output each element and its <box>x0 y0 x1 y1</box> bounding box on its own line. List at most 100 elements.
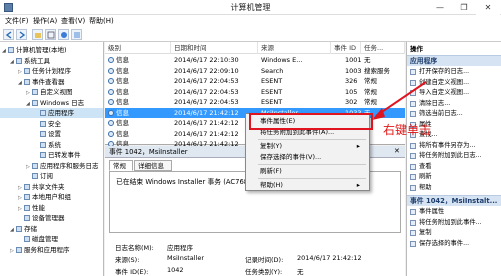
table-row[interactable]: 信息 2014/6/17 22:09:10 Search 1003 搜索服务 <box>105 66 405 77</box>
context-menu-item[interactable]: 复制(Y) ▸ <box>248 141 368 152</box>
submenu-arrow-icon: ▸ <box>356 142 360 150</box>
action-label: 打开保存的日志... <box>419 68 470 75</box>
tree-item[interactable]: 安全 <box>0 119 103 129</box>
column-task[interactable]: 任务... <box>361 42 405 54</box>
menu-separator <box>258 164 366 165</box>
action-item[interactable]: 事件属性 <box>407 207 501 218</box>
menu-action[interactable]: 操作(A) <box>30 15 60 27</box>
tree-item[interactable]: 已转发事件 <box>0 150 103 160</box>
table-row[interactable]: 信息 2014/6/17 22:04:53 ESENT 105 常规 <box>105 87 405 98</box>
tree-item[interactable]: ◢ Windows 日志 <box>0 98 103 108</box>
action-item[interactable]: 保存选择的事件... <box>407 239 501 250</box>
maximize-button[interactable]: ❐ <box>452 0 476 15</box>
column-event-id[interactable]: 事件 ID <box>331 42 361 54</box>
table-row[interactable]: 信息 2014/6/17 22:04:53 ESENT 302 常规 <box>105 97 405 108</box>
action-item[interactable]: 将任务附加到此事件... <box>407 218 501 229</box>
tree-item[interactable]: 应用程序 <box>0 108 103 118</box>
level-text: 信息 <box>116 129 129 138</box>
tree-item[interactable]: 订阅 <box>0 171 103 181</box>
menu-bar: 文件(F) 操作(A) 查看(V) 帮助(H) <box>0 15 501 27</box>
cell-level: 信息 <box>108 129 168 140</box>
tree-item[interactable]: 设置 <box>0 129 103 139</box>
actions-section-header[interactable]: 应用程序 <box>407 55 501 66</box>
tree-item[interactable]: 磁盘管理 <box>0 234 103 244</box>
tree-item-label: 设备管理器 <box>32 214 65 222</box>
menu-help[interactable]: 帮助(H) <box>86 15 117 27</box>
tree-item-label: 存储 <box>24 224 37 233</box>
action-item[interactable]: 帮助 <box>407 183 501 194</box>
action-item[interactable]: 查看 <box>407 162 501 173</box>
level-text: 信息 <box>116 66 129 75</box>
menu-separator <box>258 178 366 179</box>
action-item[interactable]: 复制 <box>407 228 501 239</box>
tree-item-label: 服务和应用程序 <box>24 245 70 254</box>
tree-item-label: 设置 <box>48 130 61 138</box>
minimize-button[interactable]: — <box>428 0 452 15</box>
task-category-value: 无 <box>297 268 304 276</box>
forward-arrow-icon <box>19 31 26 39</box>
back-button[interactable] <box>3 29 14 40</box>
column-level[interactable]: 级别 <box>105 42 171 54</box>
menu-separator <box>258 139 366 140</box>
close-button[interactable]: ✕ <box>476 0 500 15</box>
context-menu-item[interactable]: 帮助(H) ▸ <box>248 180 368 191</box>
actions-title: 操作 <box>407 44 501 54</box>
action-item[interactable]: 将任务附加到此日志... <box>407 151 501 162</box>
tab-general[interactable]: 常规 <box>109 160 133 171</box>
node-icon <box>16 246 22 253</box>
node-icon <box>16 57 22 64</box>
column-datetime[interactable]: 日期和时间 <box>171 42 258 54</box>
show-hide-tree-button[interactable] <box>45 29 56 40</box>
action-item[interactable]: 打开保存的日志... <box>407 67 501 78</box>
context-menu-label: 刷新(F) <box>260 167 282 175</box>
table-row[interactable]: 信息 2014/6/17 22:10:30 Windows E... 1001 无 <box>105 55 405 66</box>
tab-details[interactable]: 详细信息 <box>134 160 172 171</box>
up-button[interactable] <box>32 29 43 40</box>
node-icon <box>24 68 30 74</box>
cell-level: 信息 <box>108 55 168 66</box>
tree-item[interactable]: ◢ 系统工具 <box>0 56 103 66</box>
tree-item[interactable]: ▷ 应用程序和服务日志 <box>0 161 103 171</box>
tree-item[interactable]: 系统 <box>0 140 103 150</box>
event-detail-title: 事件 1042，MsiInstaller <box>109 148 188 156</box>
task-category-label: 任务类别(Y): <box>245 268 283 276</box>
node-icon <box>40 141 46 148</box>
tree-item[interactable]: ▷ 性能 <box>0 203 103 213</box>
node-icon <box>24 204 30 211</box>
annotation-arrow <box>372 81 427 120</box>
tree-item[interactable]: 设备管理器 <box>0 213 103 223</box>
tree-item[interactable]: ▷ 本地用户和组 <box>0 192 103 202</box>
properties-button[interactable] <box>71 29 82 40</box>
action-item[interactable]: 刷新 <box>407 172 501 183</box>
tree-item[interactable]: ▷ 自定义视图 <box>0 87 103 97</box>
action-label: 查看 <box>419 162 432 170</box>
column-source[interactable]: 来源 <box>258 42 331 54</box>
cell-id: 302 <box>345 98 358 106</box>
node-icon <box>24 236 30 242</box>
context-menu-item[interactable]: 刷新(F) <box>248 166 368 177</box>
node-icon <box>32 162 38 169</box>
tree-item-label: 性能 <box>32 203 45 212</box>
tree-item[interactable]: ▷ 任务计划程序 <box>0 66 103 76</box>
cell-task: 无 <box>364 56 371 64</box>
actions-section-header[interactable]: 事件 1042，MsiInstalt... <box>407 195 501 206</box>
tree-item[interactable]: ▷ 服务和应用程序 <box>0 245 103 255</box>
forward-button[interactable] <box>16 29 27 40</box>
close-detail-icon[interactable]: ✕ <box>394 146 400 157</box>
tree-item[interactable]: ◢ 存储 <box>0 224 103 234</box>
menu-view[interactable]: 查看(V) <box>58 15 88 27</box>
cell-level: 信息 <box>108 76 168 87</box>
menu-file[interactable]: 文件(F) <box>2 15 32 27</box>
action-icon <box>410 184 416 191</box>
node-icon <box>16 225 22 232</box>
tree-item[interactable]: ▷ 共享文件夹 <box>0 182 103 192</box>
table-row[interactable]: 信息 2014/6/17 22:04:53 ESENT 326 常规 <box>105 76 405 87</box>
tree-item-label: 事件查看器 <box>32 77 65 86</box>
tree-item[interactable]: ◢ 计算机管理(本地) <box>0 45 103 55</box>
action-item[interactable]: 将所有事件另存为... <box>407 141 501 152</box>
tree-item[interactable]: ◢ 事件查看器 <box>0 77 103 87</box>
info-icon <box>108 57 114 63</box>
action-label: 保存选择的事件... <box>419 239 470 247</box>
help-button[interactable] <box>58 29 69 40</box>
context-menu-item[interactable]: 保存选择的事件(V)... <box>248 152 368 163</box>
